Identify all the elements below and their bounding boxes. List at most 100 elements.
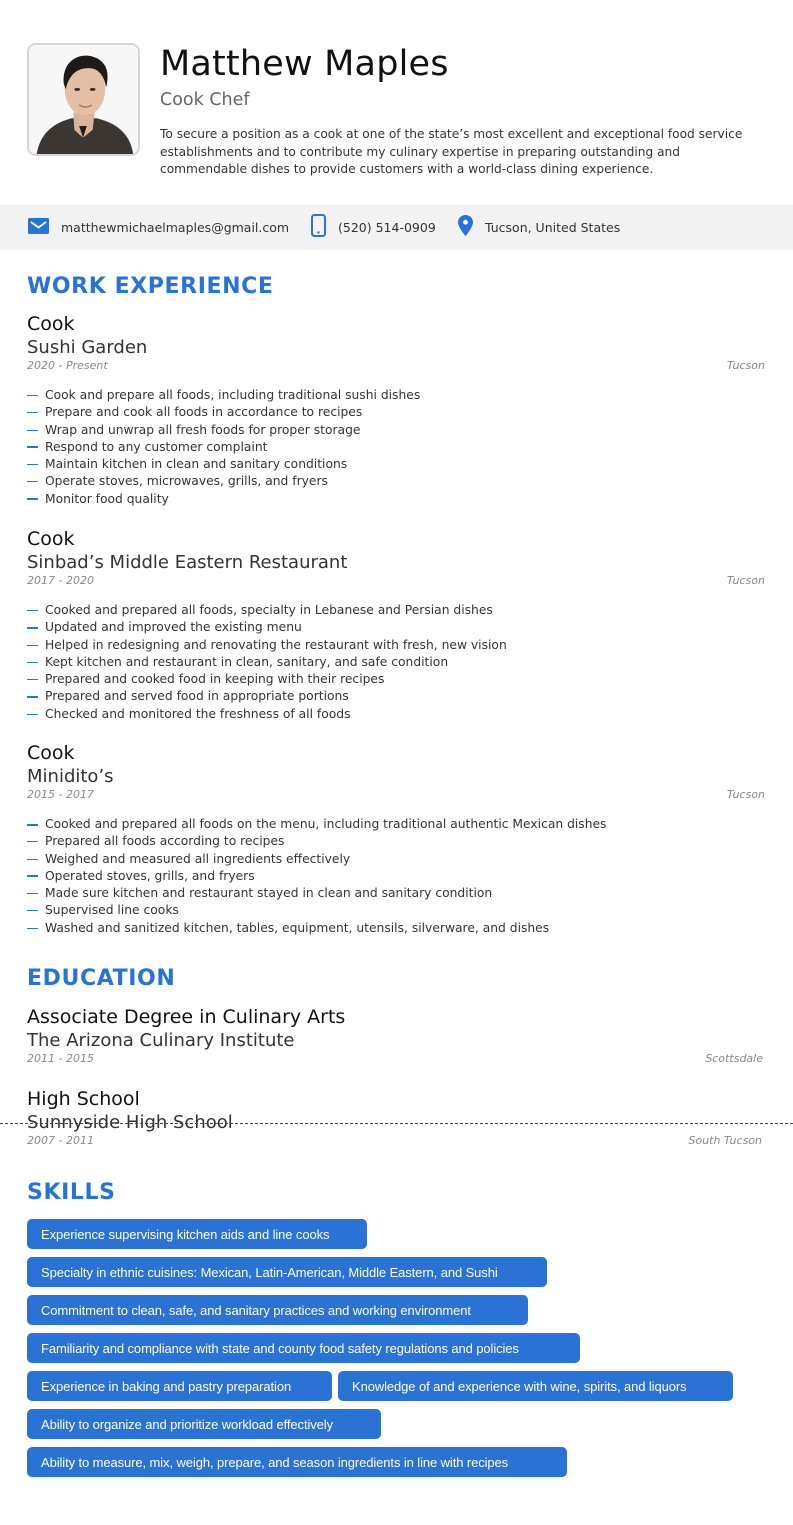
education-location: South Tucson [688,1134,762,1147]
contact-location: Tucson, United States [458,205,620,250]
bullet-item: Helped in redesigning and renovating the… [27,637,765,654]
job-role: Cook [27,742,75,764]
job-meta: 2015 - 2017 Tucson [27,788,765,806]
bullet-item: Cooked and prepared all foods, specialty… [27,602,765,619]
job-bullets: Cooked and prepared all foods on the men… [27,816,765,937]
skill-tag: Familiarity and compliance with state an… [27,1333,580,1363]
email-text: matthewmichaelmaples@gmail.com [61,220,290,235]
job-meta: 2020 - Present Tucson [27,359,765,377]
person-portrait-icon [29,45,138,154]
bullet-item: Maintain kitchen in clean and sanitary c… [27,456,765,473]
candidate-title: Cook Chef [160,90,250,110]
dash-bullet-icon [27,875,38,878]
dash-bullet-icon [27,841,38,843]
dash-bullet-icon [27,446,38,449]
candidate-name: Matthew Maples [160,44,449,84]
bullet-item: Prepared and served food in appropriate … [27,688,765,705]
bullet-text: Operated stoves, grills, and fryers [45,868,255,883]
job-company: Sinbad’s Middle Eastern Restaurant [27,552,348,573]
bullet-text: Checked and monitored the freshness of a… [45,706,351,721]
job-dates: 2015 - 2017 [27,788,94,801]
skill-tag: Experience supervising kitchen aids and … [27,1219,367,1249]
skill-row: Experience in baking and pastry preparat… [27,1371,767,1401]
job-company: Minidito’s [27,766,114,787]
mobile-phone-icon [311,214,326,241]
contact-phone[interactable]: (520) 514-0909 [311,205,436,250]
profile-photo [27,43,140,156]
contact-email[interactable]: matthewmichaelmaples@gmail.com [28,205,289,250]
education-entry: Associate Degree in Culinary Arts The Ar… [27,1005,763,1070]
bullet-text: Monitor food quality [45,491,169,506]
bullet-text: Operate stoves, microwaves, grills, and … [45,474,328,489]
job-location: Tucson [726,574,765,587]
bullet-item: Washed and sanitized kitchen, tables, eq… [27,920,765,937]
bullet-item: Prepared and cooked food in keeping with… [27,671,765,688]
skill-row: Ability to measure, mix, weigh, prepare,… [27,1447,767,1477]
job-location: Tucson [726,359,765,372]
bullet-text: Respond to any customer complaint [45,439,268,454]
bullet-text: Supervised line cooks [45,903,179,918]
dash-bullet-icon [27,823,38,826]
skill-row: Familiarity and compliance with state an… [27,1333,767,1363]
summary-text: To secure a position as a cook at one of… [160,127,743,176]
phone-text: (520) 514-0909 [338,220,436,235]
job-role: Cook [27,313,75,335]
bullet-text: Prepared all foods according to recipes [45,834,285,849]
dash-bullet-icon [27,464,38,466]
skills-list: Experience supervising kitchen aids and … [27,1219,767,1485]
dash-bullet-icon [27,395,38,396]
dash-bullet-icon [27,429,38,431]
job-role: Cook [27,528,75,550]
dash-bullet-icon [27,695,38,698]
bullet-item: Made sure kitchen and restaurant stayed … [27,885,765,902]
job-bullets: Cook and prepare all foods, including tr… [27,387,765,508]
bullet-text: Prepare and cook all foods in accordance… [45,405,363,420]
skill-row: Specialty in ethnic cuisines: Mexican, L… [27,1257,767,1287]
bullet-text: Cooked and prepared all foods, specialty… [45,603,493,617]
job-company: Sushi Garden [27,337,148,358]
skill-tag: Experience in baking and pastry preparat… [27,1371,332,1401]
school: The Arizona Culinary Institute [27,1030,295,1051]
dash-bullet-icon [27,910,38,912]
dash-bullet-icon [27,893,38,895]
bullet-text: Kept kitchen and restaurant in clean, sa… [45,654,449,669]
education-entry: High School Sunnyside High School 2007 -… [27,1087,762,1152]
bullet-text: Washed and sanitized kitchen, tables, eq… [45,920,550,935]
skill-tag: Ability to measure, mix, weigh, prepare,… [27,1447,567,1477]
bullet-item: Respond to any customer complaint [27,439,765,456]
work-entry: Cook Sinbad’s Middle Eastern Restaurant … [27,527,765,723]
dash-bullet-icon [27,644,38,646]
bullet-text: Cook and prepare all foods, including tr… [45,388,421,402]
bullet-item: Operate stoves, microwaves, grills, and … [27,473,765,490]
dash-bullet-icon [27,661,38,663]
page-break-line [0,1123,793,1124]
bullet-item: Operated stoves, grills, and fryers [27,868,765,885]
degree: High School [27,1088,140,1110]
resume-header: Matthew Maples Cook Chef To secure a pos… [0,0,793,205]
bullet-text: Wrap and unwrap all fresh foods for prop… [45,422,361,437]
bullet-item: Prepared all foods according to recipes [27,833,765,850]
bullet-text: Prepared and served food in appropriate … [45,689,349,704]
bullet-item: Weighed and measured all ingredients eff… [27,851,765,868]
work-entry: Cook Sushi Garden 2020 - Present Tucson … [27,312,765,508]
job-location: Tucson [726,788,765,801]
bullet-item: Cooked and prepared all foods on the men… [27,816,765,833]
skill-tag: Specialty in ethnic cuisines: Mexican, L… [27,1257,547,1287]
education-location: Scottsdale [705,1052,763,1065]
bullet-item: Monitor food quality [27,491,765,508]
bullet-item: Supervised line cooks [27,902,765,919]
job-dates: 2020 - Present [27,359,108,372]
education-heading: EDUCATION [27,966,176,991]
dash-bullet-icon [27,679,38,681]
work-experience-heading: WORK EXPERIENCE [27,274,274,299]
bullet-text: Cooked and prepared all foods on the men… [45,817,607,831]
location-text: Tucson, United States [485,220,621,235]
bullet-text: Prepared and cooked food in keeping with… [45,672,385,687]
bullet-text: Made sure kitchen and restaurant stayed … [45,886,493,901]
work-entry: Cook Minidito’s 2015 - 2017 Tucson Cooke… [27,741,765,937]
dash-bullet-icon [27,626,38,629]
bullet-text: Maintain kitchen in clean and sanitary c… [45,457,348,472]
contact-bar: matthewmichaelmaples@gmail.com (520) 514… [0,205,793,250]
bullet-item: Wrap and unwrap all fresh foods for prop… [27,422,765,439]
skill-row: Experience supervising kitchen aids and … [27,1219,767,1249]
